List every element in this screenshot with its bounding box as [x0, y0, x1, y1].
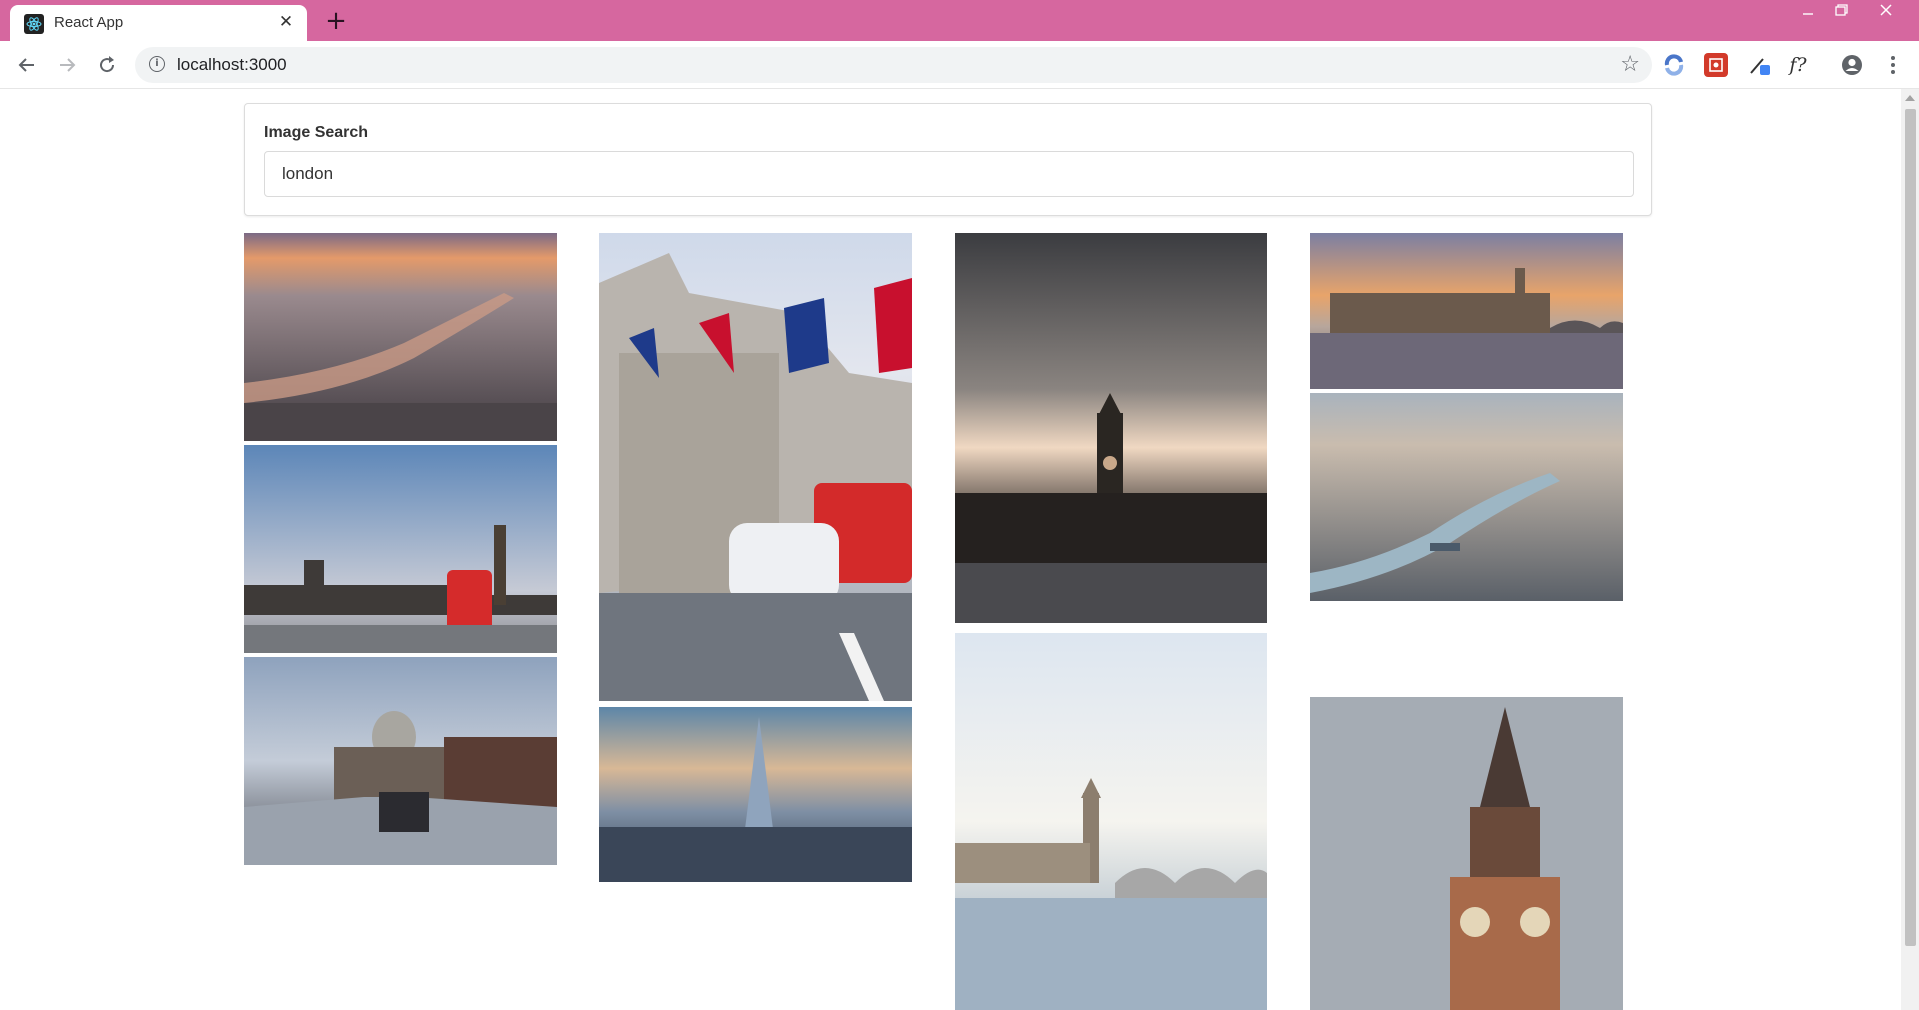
image-aerial-thames-sunset[interactable] [244, 233, 557, 441]
close-window-icon[interactable] [1866, 0, 1906, 26]
browser-toolbar: i localhost:3000 ☆ f? [0, 41, 1919, 89]
browser-titlebar: React App ✕ + [0, 0, 1919, 41]
restore-window-icon[interactable] [1821, 0, 1861, 26]
image-big-ben-closeup[interactable] [1310, 697, 1623, 1010]
tab-title: React App [54, 14, 124, 31]
search-input[interactable] [264, 151, 1634, 197]
browser-menu-icon[interactable] [1881, 53, 1905, 77]
new-tab-button[interactable]: + [322, 7, 350, 35]
extension-translate-icon[interactable] [1662, 53, 1686, 77]
tab-close-icon[interactable]: ✕ [275, 11, 297, 33]
image-union-jack-street-taxi[interactable] [599, 233, 912, 701]
image-parliament-red-bus[interactable] [244, 445, 557, 653]
image-st-pauls-millennium-bridge[interactable] [244, 657, 557, 865]
profile-avatar-icon[interactable] [1840, 53, 1864, 77]
page-viewport: Image Search [0, 89, 1901, 1010]
image-aerial-thames-tower-bridge[interactable] [1310, 393, 1623, 601]
image-shard-skyline[interactable] [599, 707, 912, 882]
bookmark-star-icon[interactable]: ☆ [1620, 52, 1640, 77]
site-info-icon[interactable]: i [149, 56, 165, 72]
back-arrow-icon[interactable] [12, 50, 42, 80]
scroll-up-arrow-icon[interactable] [1905, 95, 1915, 101]
extension-red-icon[interactable] [1704, 53, 1728, 77]
address-url[interactable]: localhost:3000 [177, 55, 287, 75]
address-bar[interactable]: i localhost:3000 ☆ [135, 47, 1652, 83]
search-label: Image Search [264, 124, 369, 141]
reload-icon[interactable] [92, 50, 122, 80]
scroll-thumb[interactable] [1905, 109, 1916, 946]
image-westminster-bridge-sunlit[interactable] [955, 633, 1267, 1010]
react-favicon-icon [24, 14, 44, 34]
extension-picker-icon[interactable] [1748, 53, 1772, 77]
page-scrollbar[interactable] [1901, 89, 1919, 1010]
image-parliament-river-sunset[interactable] [1310, 233, 1623, 389]
extension-formula-icon[interactable]: f? [1786, 53, 1810, 77]
search-card: Image Search [244, 103, 1652, 216]
forward-arrow-icon[interactable] [52, 50, 82, 80]
browser-tab[interactable]: React App ✕ [10, 5, 307, 41]
image-big-ben-cloudy-dusk[interactable] [955, 233, 1267, 623]
